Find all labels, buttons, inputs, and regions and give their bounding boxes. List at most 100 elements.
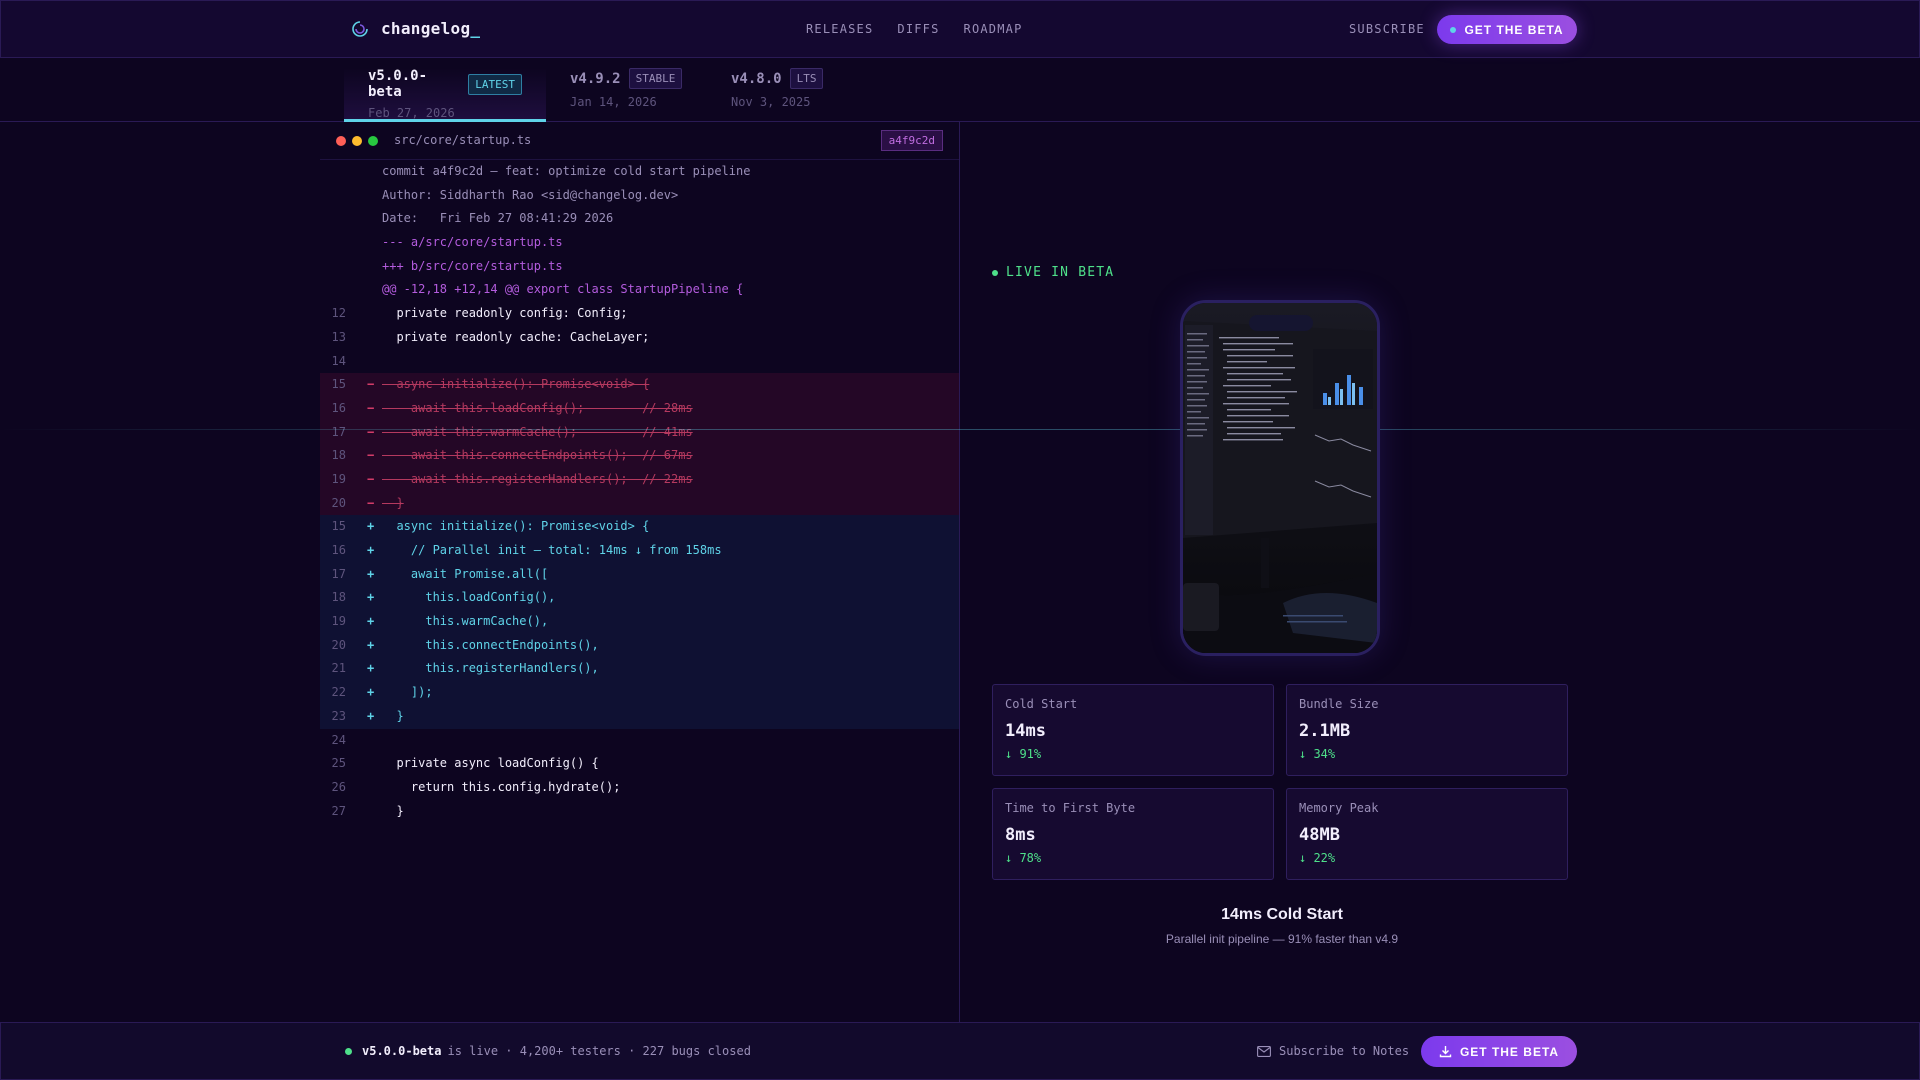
tab-version-v4-8[interactable]: v4.8.0 LTS Nov 3, 2025 bbox=[707, 68, 847, 122]
diff-line-ctx: 24 bbox=[320, 729, 959, 753]
get-beta-button[interactable]: GET THE BETA bbox=[1437, 15, 1577, 44]
line-number: 22 bbox=[331, 685, 346, 700]
close-dot-icon[interactable] bbox=[336, 136, 346, 146]
diff-line-ctx: 13 private readonly cache: CacheLayer; bbox=[320, 326, 959, 350]
line-number: 19 bbox=[331, 614, 346, 629]
diff-line-del: 20 − } bbox=[320, 491, 959, 516]
tab-version-date: Jan 14, 2026 bbox=[570, 95, 657, 109]
code-text: await Promise.all([ bbox=[382, 566, 549, 581]
diff-line-ctx: 25 private async loadConfig() { bbox=[320, 752, 959, 776]
preview-panel: LIVE IN BETA Cold Start 14ms ↓ 91% Bundl… bbox=[962, 122, 1602, 1022]
code-text: --- a/src/core/startup.ts bbox=[382, 235, 563, 250]
code-text: await this.warmCache(); // 41ms bbox=[382, 424, 693, 439]
diff-sign: − bbox=[367, 471, 375, 486]
line-number: 16 bbox=[331, 400, 346, 415]
diff-line-add: 20 + this.connectEndpoints(), bbox=[320, 633, 959, 658]
logo-icon bbox=[351, 20, 369, 38]
diff-line-add: 23 + } bbox=[320, 704, 959, 729]
diff-sign: − bbox=[367, 424, 375, 439]
diff-sign: − bbox=[367, 448, 375, 463]
app-screenshot-image bbox=[1183, 303, 1377, 653]
stat-value: 14ms bbox=[1005, 721, 1046, 741]
caption-title: 14ms Cold Start bbox=[1221, 906, 1343, 923]
stat-delta: ↓ 22% bbox=[1299, 851, 1336, 865]
stat-delta: ↓ 78% bbox=[1005, 851, 1042, 865]
diff-line-hdr: +++ b/src/core/startup.ts bbox=[320, 255, 959, 279]
brand-cursor: _ bbox=[470, 19, 481, 38]
line-number: 20 bbox=[331, 637, 346, 652]
code-text: await this.connectEndpoints(); // 67ms bbox=[382, 448, 693, 463]
code-text: Date: Fri Feb 27 08:41:29 2026 bbox=[382, 211, 614, 226]
diff-line-meta: Author: Siddharth Rao <sid@changelog.dev… bbox=[320, 184, 959, 208]
diff-line-del: 17 − await this.warmCache(); // 41ms bbox=[320, 420, 959, 445]
nav-link-roadmap[interactable]: ROADMAP bbox=[964, 22, 1023, 36]
diff-sign: + bbox=[367, 590, 375, 605]
release-version: v5.0.0-beta bbox=[362, 1044, 442, 1058]
line-number: 18 bbox=[331, 590, 346, 605]
stat-label: Memory Peak bbox=[1299, 801, 1379, 815]
mail-icon bbox=[1257, 1045, 1271, 1057]
diff-sign: − bbox=[367, 400, 375, 415]
line-number: 19 bbox=[331, 471, 346, 486]
brand[interactable]: changelog_ bbox=[351, 19, 480, 38]
subscribe-notes-link[interactable]: Subscribe to Notes bbox=[1257, 1044, 1409, 1058]
diff-line-ctx: 12 private readonly config: Config; bbox=[320, 302, 959, 326]
version-tabs: v5.0.0-beta LATEST Feb 27, 2026 v4.9.2 S… bbox=[0, 58, 1920, 122]
live-status: LIVE IN BETA bbox=[992, 265, 1114, 280]
minimize-dot-icon[interactable] bbox=[352, 136, 362, 146]
diff-line-meta: Date: Fri Feb 27 08:41:29 2026 bbox=[320, 207, 959, 231]
top-nav: changelog_ RELEASES DIFFS ROADMAP SUBSCR… bbox=[0, 0, 1920, 58]
code-text: +++ b/src/core/startup.ts bbox=[382, 258, 563, 273]
stat-label: Cold Start bbox=[1005, 697, 1078, 711]
code-text: private readonly cache: CacheLayer; bbox=[382, 329, 650, 344]
line-number: 18 bbox=[331, 448, 346, 463]
stat-value: 48MB bbox=[1299, 825, 1340, 845]
line-number: 17 bbox=[331, 566, 346, 581]
window-controls bbox=[336, 136, 378, 146]
code-text: await this.loadConfig(); // 28ms bbox=[382, 400, 693, 415]
line-number: 16 bbox=[331, 543, 346, 557]
code-text: } bbox=[382, 708, 404, 723]
diff-sign: + bbox=[367, 519, 375, 534]
live-dot-icon bbox=[992, 269, 998, 276]
line-number: 13 bbox=[331, 329, 346, 344]
scan-line bbox=[0, 429, 1920, 430]
tab-version-v4-9[interactable]: v4.9.2 STABLE Jan 14, 2026 bbox=[546, 68, 706, 122]
stat-card: Bundle Size 2.1MB ↓ 34% bbox=[1286, 684, 1568, 776]
tab-version-v5[interactable]: v5.0.0-beta LATEST Feb 27, 2026 bbox=[344, 68, 546, 122]
code-text: private readonly config: Config; bbox=[382, 306, 628, 321]
diff-sign: + bbox=[367, 685, 375, 700]
bottom-bar: v5.0.0-beta is live · 4,200+ testers · 2… bbox=[0, 1022, 1920, 1080]
diff-line-add: 16 + // Parallel init — total: 14ms ↓ fro… bbox=[320, 539, 959, 563]
diff-sign: + bbox=[367, 543, 375, 557]
line-number: 14 bbox=[331, 353, 346, 368]
get-beta-download-button[interactable]: GET THE BETA bbox=[1421, 1036, 1577, 1067]
phone-mockup bbox=[1180, 300, 1380, 656]
live-label: LIVE IN BETA bbox=[1006, 265, 1115, 280]
stat-card: Memory Peak 48MB ↓ 22% bbox=[1286, 788, 1568, 880]
diff-line-del: 19 − await this.registerHandlers(); // 22… bbox=[320, 467, 959, 492]
diff-line-del: 18 − await this.connectEndpoints(); // 67… bbox=[320, 444, 959, 468]
diff-sign: + bbox=[367, 614, 375, 629]
diff-line-ctx: 27 } bbox=[320, 800, 959, 824]
phone-notch bbox=[1249, 315, 1313, 331]
status-dot-icon bbox=[1450, 26, 1457, 33]
release-status: v5.0.0-beta is live · 4,200+ testers · 2… bbox=[345, 1044, 751, 1058]
subscribe-link[interactable]: SUBSCRIBE bbox=[1349, 22, 1425, 36]
tab-version-label: v5.0.0-beta bbox=[368, 68, 428, 100]
diff-line-hdr: --- a/src/core/startup.ts bbox=[320, 231, 959, 255]
nav-link-releases[interactable]: RELEASES bbox=[806, 22, 873, 36]
commit-hash-badge[interactable]: a4f9c2d bbox=[880, 130, 943, 151]
diff-panel: src/core/startup.ts a4f9c2d commit a4f9c… bbox=[320, 122, 960, 1022]
diff-line-ctx: 14 bbox=[320, 350, 959, 374]
status-dot-icon bbox=[345, 1047, 352, 1055]
diff-sign: + bbox=[367, 661, 375, 676]
nav-link-diffs[interactable]: DIFFS bbox=[897, 22, 939, 36]
code-text: return this.config.hydrate(); bbox=[382, 779, 621, 794]
code-text: async initialize(): Promise<void> { bbox=[382, 377, 650, 392]
diff-header: src/core/startup.ts a4f9c2d bbox=[320, 122, 959, 160]
code-text: } bbox=[382, 495, 404, 510]
diff-body: commit a4f9c2d — feat: optimize cold sta… bbox=[320, 160, 959, 823]
maximize-dot-icon[interactable] bbox=[368, 136, 378, 146]
version-badge: LTS bbox=[789, 68, 824, 89]
